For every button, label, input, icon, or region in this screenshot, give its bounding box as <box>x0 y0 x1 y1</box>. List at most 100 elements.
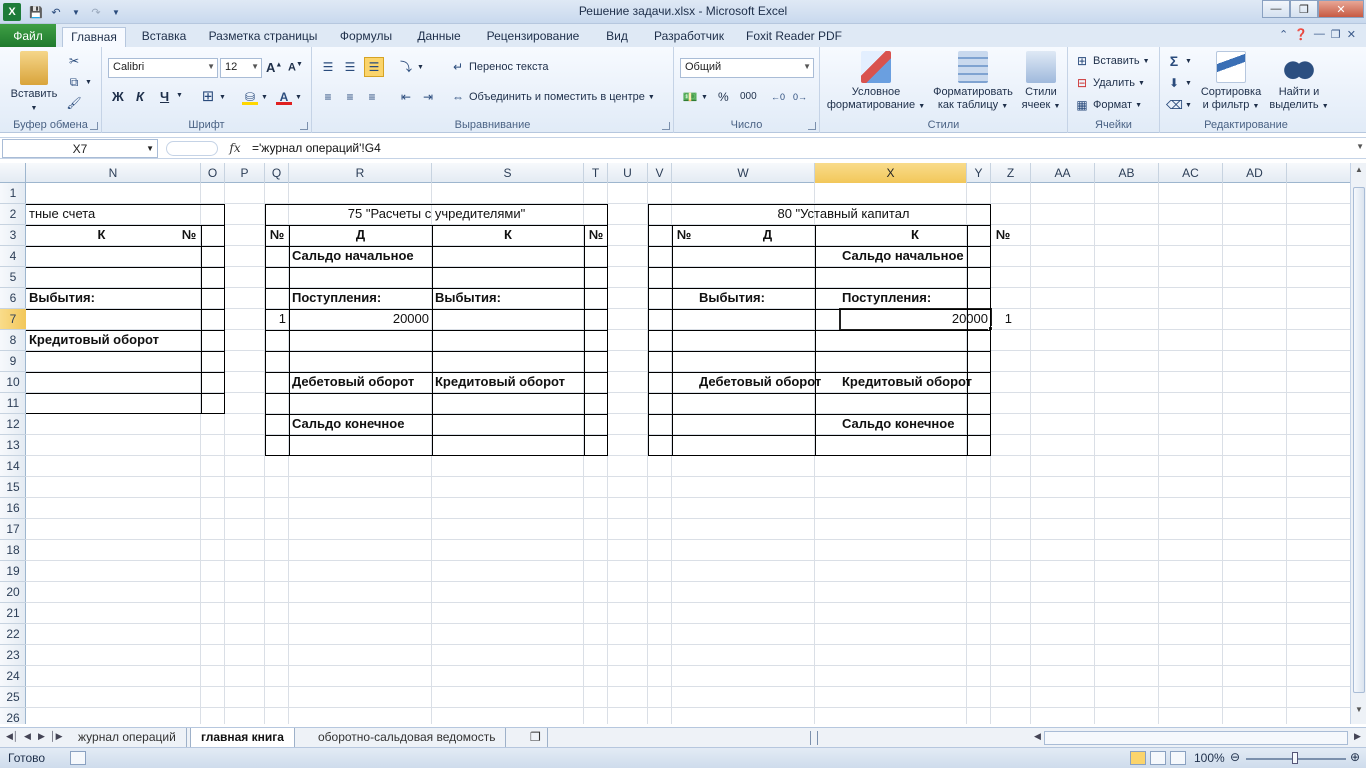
select-all-corner[interactable] <box>0 163 26 183</box>
formula-bar-resize-handle[interactable] <box>166 141 218 156</box>
tab-formulas[interactable]: Формулы <box>334 27 398 47</box>
format-painter-button[interactable]: 🖌 <box>66 95 82 111</box>
grow-font-button[interactable]: A▲ <box>266 60 282 75</box>
name-box[interactable]: X7 ▼ <box>2 139 158 158</box>
vertical-scroll-thumb[interactable] <box>1353 187 1365 693</box>
column-header-u[interactable]: U <box>608 163 648 183</box>
autosum-button[interactable]: Σ ▼ <box>1166 53 1192 69</box>
increase-indent-button[interactable]: ⇥ <box>420 89 436 105</box>
copy-button[interactable]: ⧉ ▼ <box>66 74 92 90</box>
zoom-level[interactable]: 100% <box>1194 751 1225 765</box>
row-header-14[interactable]: 14 <box>0 456 26 477</box>
cut-button[interactable]: ✂ <box>66 53 82 69</box>
row-header-6[interactable]: 6 <box>0 288 26 309</box>
row-header-24[interactable]: 24 <box>0 666 26 687</box>
column-header-y[interactable]: Y <box>967 163 991 183</box>
restore-button[interactable]: ❐ <box>1290 0 1318 18</box>
column-header-z[interactable]: Z <box>991 163 1031 183</box>
shrink-font-button[interactable]: A▼ <box>288 61 303 74</box>
row-header-19[interactable]: 19 <box>0 561 26 582</box>
orientation-button[interactable]: ⤵ ▼ <box>398 59 424 75</box>
next-sheet-icon[interactable]: ▶ <box>38 731 45 742</box>
font-launcher-icon[interactable] <box>300 122 308 130</box>
help-icon[interactable]: ❓ <box>1294 28 1308 41</box>
column-header-ad[interactable]: AD <box>1223 163 1287 183</box>
row-header-23[interactable]: 23 <box>0 645 26 666</box>
font-name-combo[interactable]: Calibri ▼ <box>108 58 218 78</box>
scroll-left-icon[interactable]: ◀ <box>1034 731 1041 742</box>
decrease-indent-button[interactable]: ⇤ <box>398 89 414 105</box>
font-color-button[interactable]: A ▼ <box>276 89 302 105</box>
tab-page-layout[interactable]: Разметка страницы <box>204 27 322 47</box>
thousands-separator-button[interactable]: 000 <box>740 91 757 102</box>
row-header-3[interactable]: 3 <box>0 225 26 246</box>
prev-sheet-icon[interactable]: ◀ <box>24 731 31 742</box>
increase-decimal-button[interactable]: ←0 <box>770 89 786 105</box>
macro-record-icon[interactable] <box>70 751 86 765</box>
scroll-up-icon[interactable]: ▲ <box>1352 165 1366 180</box>
column-header-o[interactable]: O <box>201 163 225 183</box>
row-header-4[interactable]: 4 <box>0 246 26 267</box>
row-header-9[interactable]: 9 <box>0 351 26 372</box>
column-header-p[interactable]: P <box>225 163 265 183</box>
row-header-8[interactable]: 8 <box>0 330 26 351</box>
column-header-q[interactable]: Q <box>265 163 289 183</box>
workbook-restore-icon[interactable]: ❐ <box>1331 28 1341 41</box>
column-header-t[interactable]: T <box>584 163 608 183</box>
zoom-out-icon[interactable]: ⊖ <box>1230 750 1240 764</box>
column-header-x[interactable]: X <box>815 163 967 183</box>
page-layout-view-button[interactable] <box>1150 751 1166 765</box>
cell-styles-button[interactable]: Стили ячеек ▼ <box>1018 51 1064 113</box>
sort-filter-button[interactable]: Сортировка и фильтр ▼ <box>1196 51 1266 113</box>
align-top-button[interactable]: ☰ <box>320 59 336 75</box>
wrap-text-button[interactable]: ↵ Перенос текста <box>450 59 549 75</box>
tab-home[interactable]: Главная <box>62 27 126 47</box>
tab-view[interactable]: Вид <box>598 27 636 47</box>
find-select-button[interactable]: Найти и выделить ▼ <box>1268 51 1330 113</box>
row-header-22[interactable]: 22 <box>0 624 26 645</box>
row-header-12[interactable]: 12 <box>0 414 26 435</box>
fill-button[interactable]: ⬇ ▼ <box>1166 75 1192 91</box>
align-right-button[interactable]: ≡ <box>364 89 380 105</box>
zoom-in-icon[interactable]: ⊕ <box>1350 750 1360 764</box>
row-header-13[interactable]: 13 <box>0 435 26 456</box>
row-header-21[interactable]: 21 <box>0 603 26 624</box>
number-format-combo[interactable]: Общий ▼ <box>680 58 814 78</box>
formula-input[interactable]: ='журнал операций'!G4 <box>248 139 1352 158</box>
horizontal-scrollbar[interactable] <box>1044 731 1348 745</box>
row-header-16[interactable]: 16 <box>0 498 26 519</box>
expand-formula-bar-icon[interactable]: ▼ <box>1356 142 1364 151</box>
format-cells-button[interactable]: ▦ Формат ▼ <box>1074 97 1142 113</box>
font-size-combo[interactable]: 12 ▼ <box>220 58 262 78</box>
align-middle-button[interactable]: ☰ <box>342 59 358 75</box>
row-header-7[interactable]: 7 <box>0 309 26 330</box>
vertical-scrollbar[interactable]: ▲ ▼ <box>1350 163 1366 724</box>
percent-button[interactable]: % <box>718 90 729 104</box>
fill-color-button[interactable]: ⛁ ▼ <box>242 89 268 105</box>
first-sheet-icon[interactable]: ◀│ <box>6 731 19 742</box>
tab-foxit-reader-pdf[interactable]: Foxit Reader PDF <box>744 27 844 47</box>
column-header-s[interactable]: S <box>432 163 584 183</box>
row-header-17[interactable]: 17 <box>0 519 26 540</box>
column-header-r[interactable]: R <box>289 163 432 183</box>
page-break-view-button[interactable] <box>1170 751 1186 765</box>
paste-button[interactable]: Вставить ▼ <box>6 51 62 115</box>
active-cell-selection[interactable] <box>839 308 992 331</box>
clipboard-launcher-icon[interactable] <box>90 122 98 130</box>
align-left-button[interactable]: ≡ <box>320 89 336 105</box>
tab-insert[interactable]: Вставка <box>136 27 192 47</box>
alignment-launcher-icon[interactable] <box>662 122 670 130</box>
clear-button[interactable]: ⌫ ▼ <box>1166 97 1192 113</box>
column-header-ab[interactable]: AB <box>1095 163 1159 183</box>
last-sheet-icon[interactable]: │▶ <box>50 731 63 742</box>
tab-developer[interactable]: Разработчик <box>646 27 732 47</box>
tab-data[interactable]: Данные <box>410 27 468 47</box>
scroll-down-icon[interactable]: ▼ <box>1352 705 1366 720</box>
row-header-10[interactable]: 10 <box>0 372 26 393</box>
align-bottom-button[interactable]: ☰ <box>364 57 384 77</box>
row-header-11[interactable]: 11 <box>0 393 26 414</box>
column-header-ac[interactable]: AC <box>1159 163 1223 183</box>
tab-review[interactable]: Рецензирование <box>480 27 586 47</box>
conditional-formatting-button[interactable]: Условное форматирование ▼ <box>824 51 928 113</box>
sheet-tab-trial-balance[interactable]: оборотно-сальдовая ведомость <box>308 728 507 747</box>
